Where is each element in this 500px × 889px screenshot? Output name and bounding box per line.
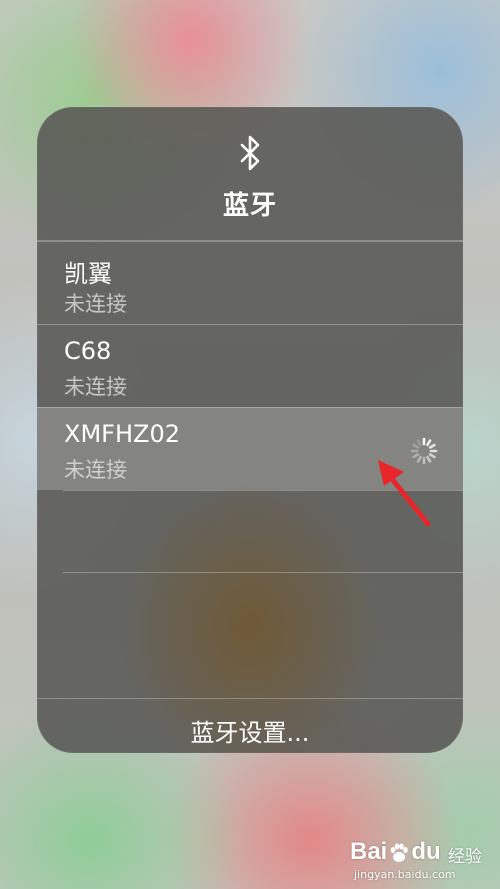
panel-title: 蓝牙 xyxy=(222,191,277,221)
device-row[interactable]: C68 未连接 xyxy=(37,324,463,407)
panel-header: 蓝牙 xyxy=(37,107,463,240)
device-name: C68 xyxy=(64,337,112,365)
bluetooth-settings-button[interactable]: 蓝牙设置... xyxy=(37,713,463,748)
jingyan-label: 经验 xyxy=(448,847,482,867)
device-status: 未连接 xyxy=(64,375,127,399)
watermark-url: jingyan.baidu.com xyxy=(354,868,456,881)
paw-icon xyxy=(391,843,409,862)
empty-row xyxy=(37,572,463,654)
bluetooth-panel: 蓝牙 凯翼 未连接 C68 未连接 XMFHZ02 未连接 蓝牙设置... xyxy=(37,107,463,753)
device-name: XMFHZ02 xyxy=(64,420,180,448)
baidu-logo: Bai du xyxy=(350,838,441,865)
panel-footer: 蓝牙设置... xyxy=(37,698,463,753)
device-status: 未连接 xyxy=(64,292,127,316)
baidu-jingyan-watermark: Bai du 经验 jingyan.baidu.com xyxy=(350,838,495,886)
red-arrow-icon xyxy=(378,460,431,527)
device-status: 未连接 xyxy=(64,458,127,482)
device-row[interactable]: 凯翼 未连接 xyxy=(37,241,463,324)
bluetooth-icon xyxy=(240,135,260,171)
device-name: 凯翼 xyxy=(64,260,112,288)
device-list: 凯翼 未连接 C68 未连接 XMFHZ02 未连接 xyxy=(37,240,463,654)
